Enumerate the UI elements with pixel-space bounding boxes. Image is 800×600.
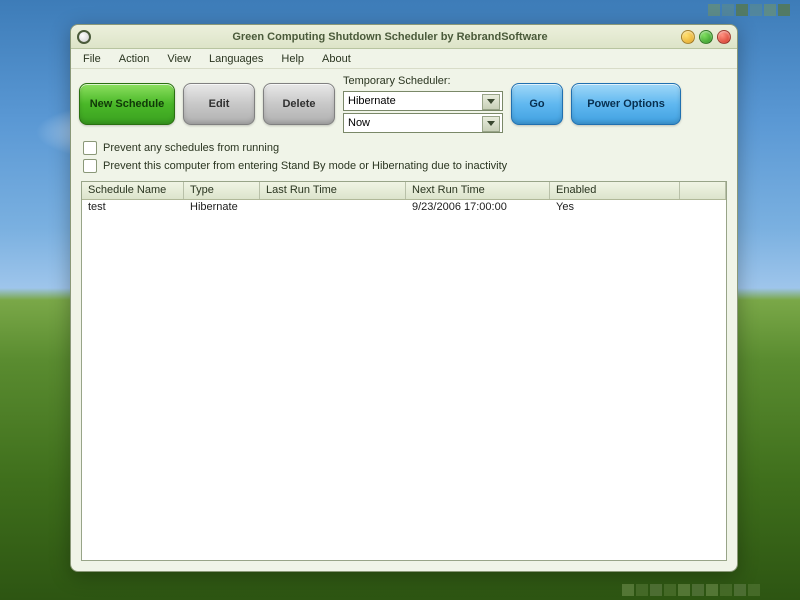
menu-help[interactable]: Help bbox=[273, 51, 312, 67]
app-icon bbox=[77, 30, 91, 44]
menu-file[interactable]: File bbox=[75, 51, 109, 67]
new-schedule-button[interactable]: New Schedule bbox=[79, 83, 175, 125]
delete-button[interactable]: Delete bbox=[263, 83, 335, 125]
chevron-down-icon bbox=[487, 99, 495, 104]
temp-action-value: Hibernate bbox=[348, 95, 396, 107]
temp-action-combo[interactable]: Hibernate bbox=[343, 91, 503, 111]
th-schedule-name[interactable]: Schedule Name bbox=[82, 182, 184, 199]
th-type[interactable]: Type bbox=[184, 182, 260, 199]
power-options-button[interactable]: Power Options bbox=[571, 83, 681, 125]
cell-enabled: Yes bbox=[550, 200, 680, 216]
temp-scheduler-label: Temporary Scheduler: bbox=[343, 75, 503, 87]
window-title: Green Computing Shutdown Scheduler by Re… bbox=[99, 31, 681, 43]
menu-view[interactable]: View bbox=[159, 51, 199, 67]
prevent-schedules-row: Prevent any schedules from running bbox=[71, 139, 737, 157]
th-enabled[interactable]: Enabled bbox=[550, 182, 680, 199]
minimize-button[interactable] bbox=[681, 30, 695, 44]
cell-type: Hibernate bbox=[184, 200, 260, 216]
cell-next: 9/23/2006 17:00:00 bbox=[406, 200, 550, 216]
toolbar: New Schedule Edit Delete Temporary Sched… bbox=[71, 69, 737, 139]
temp-when-combo[interactable]: Now bbox=[343, 113, 503, 133]
decoration-bottom bbox=[622, 584, 760, 596]
cell-name: test bbox=[82, 200, 184, 216]
app-window: Green Computing Shutdown Scheduler by Re… bbox=[70, 24, 738, 572]
chevron-down-icon bbox=[487, 121, 495, 126]
menu-action[interactable]: Action bbox=[111, 51, 158, 67]
prevent-schedules-label: Prevent any schedules from running bbox=[103, 142, 279, 154]
menu-about[interactable]: About bbox=[314, 51, 359, 67]
menubar: File Action View Languages Help About bbox=[71, 49, 737, 69]
prevent-standby-row: Prevent this computer from entering Stan… bbox=[71, 157, 737, 175]
menu-languages[interactable]: Languages bbox=[201, 51, 271, 67]
cell-last bbox=[260, 200, 406, 216]
prevent-standby-checkbox[interactable] bbox=[83, 159, 97, 173]
titlebar[interactable]: Green Computing Shutdown Scheduler by Re… bbox=[71, 25, 737, 49]
th-spacer bbox=[680, 182, 726, 199]
go-button[interactable]: Go bbox=[511, 83, 563, 125]
prevent-standby-label: Prevent this computer from entering Stan… bbox=[103, 160, 507, 172]
th-last-run[interactable]: Last Run Time bbox=[260, 182, 406, 199]
table-body[interactable]: test Hibernate 9/23/2006 17:00:00 Yes bbox=[82, 200, 726, 560]
table-row[interactable]: test Hibernate 9/23/2006 17:00:00 Yes bbox=[82, 200, 726, 216]
maximize-button[interactable] bbox=[699, 30, 713, 44]
table-header: Schedule Name Type Last Run Time Next Ru… bbox=[82, 182, 726, 200]
temp-when-value: Now bbox=[348, 117, 370, 129]
window-controls bbox=[681, 30, 731, 44]
schedules-table: Schedule Name Type Last Run Time Next Ru… bbox=[81, 181, 727, 561]
decoration-top bbox=[708, 4, 790, 16]
edit-button[interactable]: Edit bbox=[183, 83, 255, 125]
th-next-run[interactable]: Next Run Time bbox=[406, 182, 550, 199]
close-button[interactable] bbox=[717, 30, 731, 44]
temporary-scheduler-group: Temporary Scheduler: Hibernate Now bbox=[343, 75, 503, 133]
prevent-schedules-checkbox[interactable] bbox=[83, 141, 97, 155]
